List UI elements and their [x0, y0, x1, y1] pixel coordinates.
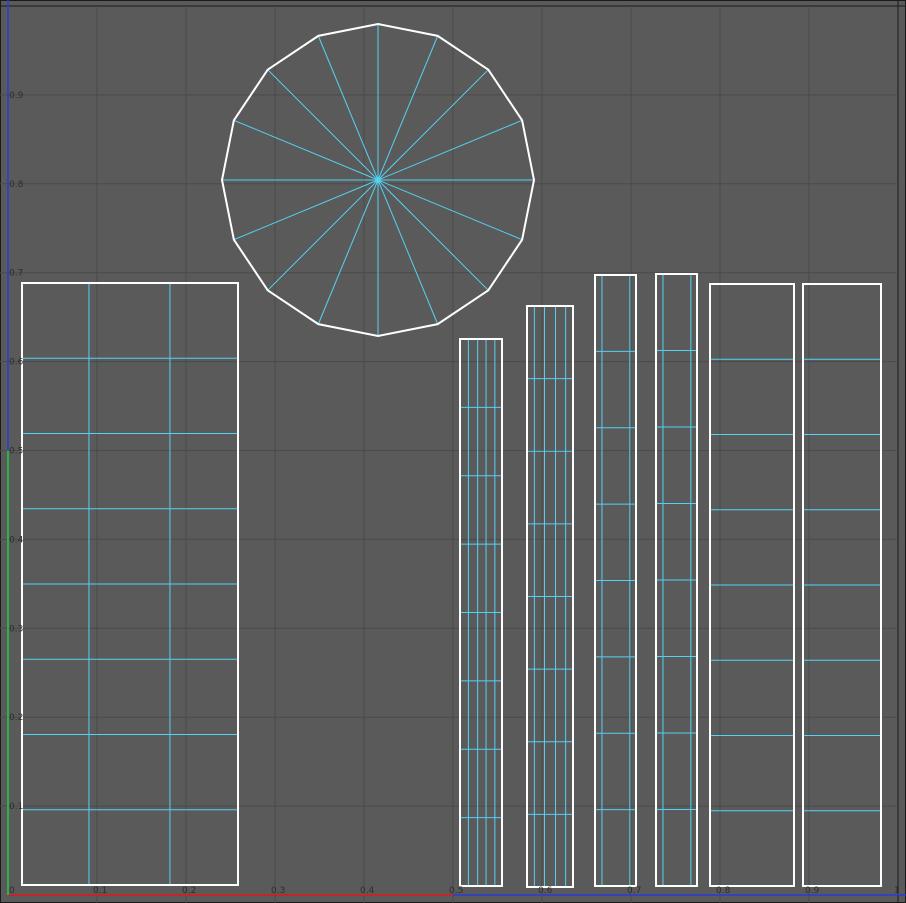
v-tick-label: 0.7 [9, 269, 23, 279]
u-tick-label: 0.1 [93, 886, 107, 896]
uv-edge [377, 179, 439, 325]
uv-edge [267, 179, 379, 291]
v-tick-label: 0.5 [9, 447, 23, 457]
uv-shell-panel-right-1[interactable] [709, 283, 795, 887]
uv-shell-panel-large[interactable] [21, 282, 239, 886]
uv-edge [377, 179, 489, 291]
uv-edge [233, 119, 379, 181]
u-tick-label: 1 [894, 886, 900, 896]
u-tick-label: 0.5 [449, 886, 463, 896]
uv-edge [317, 35, 379, 181]
u-tick-label: 0.2 [182, 886, 196, 896]
uv-edge [233, 179, 379, 241]
uv-shell-strip-1[interactable] [459, 338, 503, 887]
v-tick-label: 0.4 [9, 535, 24, 545]
uv-edge [317, 179, 379, 325]
v-tick-label: 0.3 [9, 624, 23, 634]
uv-shell-panel-right-2[interactable] [802, 283, 882, 887]
uv-shell-strip-4[interactable] [655, 273, 698, 887]
uv-shell-cap-disc[interactable] [220, 22, 536, 338]
uv-canvas[interactable]: 0 0.1 0.2 0.3 0.4 0.5 0.6 0.7 0.8 0.9 1 0.1 0.2 0.3 0.… [0, 0, 906, 903]
v-tick-label: 0.1 [9, 802, 23, 812]
v-tick-label: 0.9 [9, 91, 24, 101]
uv-shell-strip-2[interactable] [526, 305, 574, 888]
v-tick-label: 0.2 [9, 713, 23, 723]
uv-shell-strip-3[interactable] [594, 274, 637, 887]
uv-editor-viewport[interactable]: 0 0.1 0.2 0.3 0.4 0.5 0.6 0.7 0.8 0.9 1 0.1 0.2 0.3 0.… [0, 0, 906, 903]
uv-axes [7, 0, 906, 896]
origin-label: 0 [9, 886, 15, 896]
u-tick-label: 0.7 [627, 886, 641, 896]
u-tick-label: 0.6 [538, 886, 553, 896]
uv-edge [377, 35, 439, 181]
u-tick-label: 0.9 [805, 886, 820, 896]
uv-edge [267, 69, 379, 181]
uv-edge [377, 69, 489, 181]
uv-edge [377, 179, 523, 241]
uv-grid [0, 0, 906, 903]
u-tick-label: 0.8 [716, 886, 731, 896]
u-tick-label: 0.4 [360, 886, 375, 896]
uv-edge [377, 119, 523, 181]
v-tick-label: 0.6 [9, 358, 24, 368]
uv-shells[interactable] [21, 22, 882, 888]
u-tick-label: 0.3 [271, 886, 285, 896]
v-tick-label: 0.8 [9, 180, 24, 190]
